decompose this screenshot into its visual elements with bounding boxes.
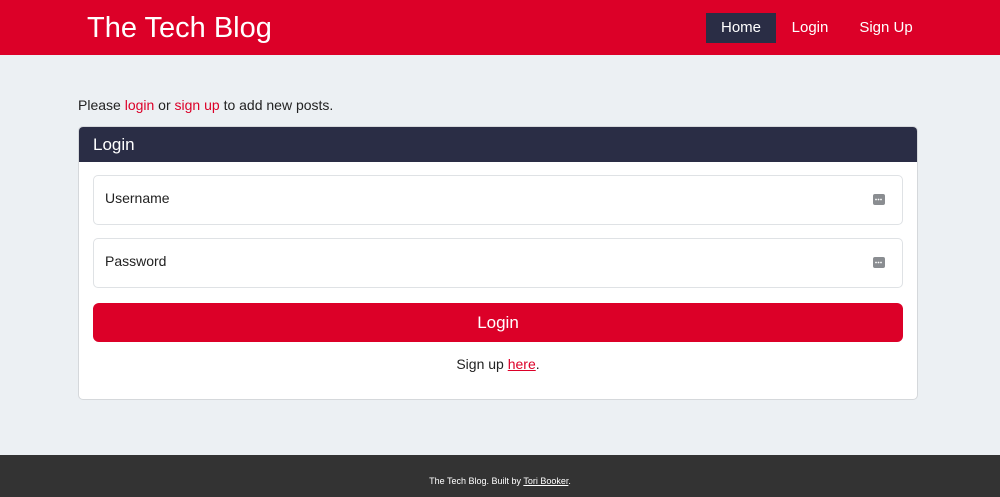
signup-prefix: Sign up (456, 356, 508, 372)
signup-here-link[interactable]: here (508, 356, 536, 372)
password-manager-key-icon[interactable] (873, 194, 885, 205)
username-input[interactable] (94, 176, 902, 224)
password-input[interactable] (94, 239, 902, 287)
main-nav: Home Login Sign Up (0, 13, 1000, 43)
nav-login[interactable]: Login (782, 13, 838, 43)
intro-suffix: to add new posts. (219, 97, 334, 113)
signup-prompt: Sign up here. (79, 355, 917, 373)
intro-signup-link[interactable]: sign up (175, 97, 220, 113)
login-card-title: Login (79, 127, 917, 162)
footer-author-link[interactable]: Tori Booker (523, 476, 568, 486)
footer-suffix: . (568, 476, 571, 486)
username-field[interactable] (93, 175, 903, 225)
login-card: Login Login Sign up here. (78, 126, 918, 400)
login-submit-button[interactable]: Login (93, 303, 903, 342)
intro-middle: or (154, 97, 175, 113)
intro-prefix: Please (78, 97, 125, 113)
intro-message: Please login or sign up to add new posts… (78, 96, 333, 114)
signup-suffix: . (535, 356, 540, 372)
footer-prefix: The Tech Blog. Built by (429, 476, 524, 486)
password-field[interactable] (93, 238, 903, 288)
site-footer: The Tech Blog. Built by Tori Booker. (0, 455, 1000, 497)
password-manager-key-icon[interactable] (873, 257, 885, 268)
nav-signup[interactable]: Sign Up (852, 13, 920, 43)
intro-login-link[interactable]: login (125, 97, 155, 113)
site-header: The Tech Blog Home Login Sign Up (0, 0, 1000, 55)
nav-home[interactable]: Home (706, 13, 776, 43)
